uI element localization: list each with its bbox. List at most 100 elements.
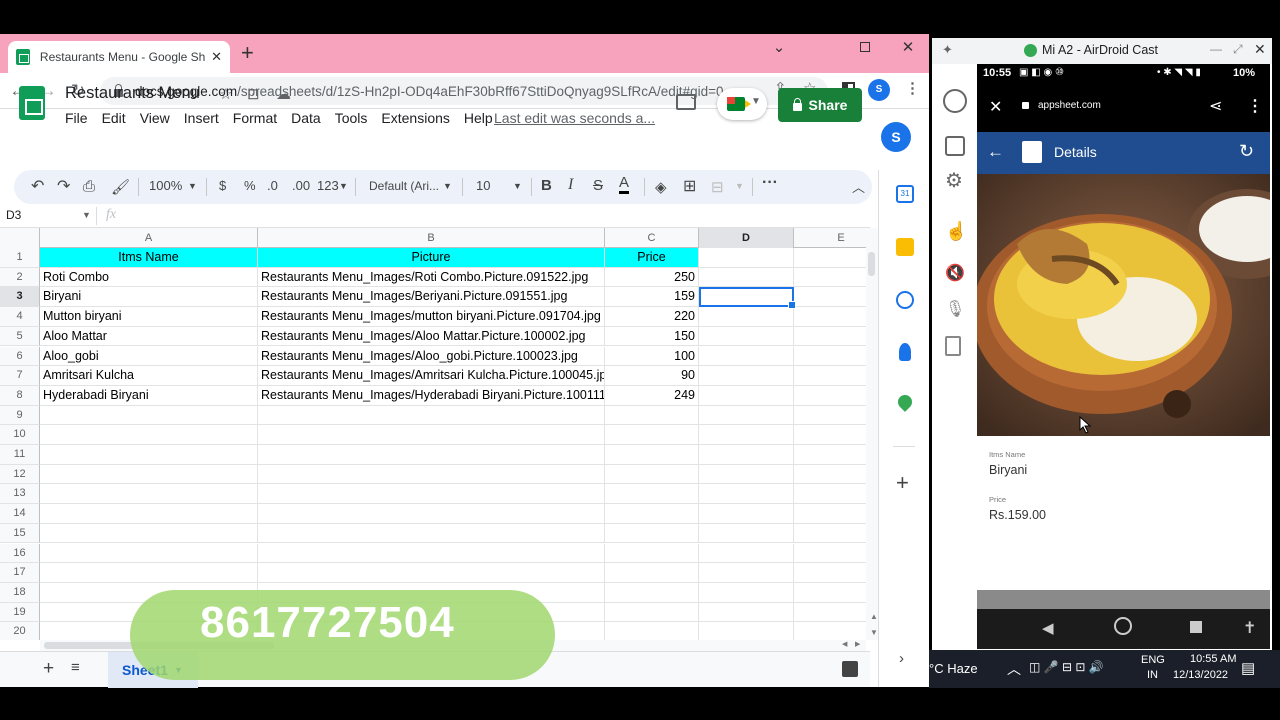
clock-date[interactable]: 12/13/2022: [1173, 669, 1228, 681]
undo-icon[interactable]: ↶: [31, 176, 44, 196]
grid-cell[interactable]: [258, 405, 605, 426]
menu-data[interactable]: Data: [291, 110, 321, 126]
share-icon[interactable]: ⋖: [1209, 96, 1222, 116]
row-header[interactable]: 10: [0, 425, 40, 445]
chevron-down-icon[interactable]: ▼: [735, 181, 744, 191]
row-header[interactable]: 15: [0, 523, 40, 544]
row-header[interactable]: 1: [0, 248, 40, 268]
new-tab-icon[interactable]: +: [241, 42, 254, 64]
column-header-e[interactable]: E: [794, 228, 866, 248]
row-header[interactable]: 18: [0, 582, 40, 603]
grid-cell[interactable]: [605, 405, 699, 426]
window-close-icon[interactable]: ✕: [896, 38, 920, 56]
grid-cell[interactable]: [258, 445, 605, 465]
grid-cell[interactable]: [794, 366, 866, 386]
grid-cell[interactable]: Restaurants Menu_Images/Aloo Mattar.Pict…: [258, 326, 605, 347]
header-cell[interactable]: [794, 248, 866, 268]
chevron-down-icon[interactable]: ▼: [188, 181, 197, 191]
calendar-icon[interactable]: 31: [896, 185, 914, 203]
scrollbar-thumb[interactable]: [868, 252, 875, 276]
row-header[interactable]: 19: [0, 602, 40, 623]
nav-back-icon[interactable]: ◀: [1042, 619, 1054, 637]
all-sheets-icon[interactable]: ≡: [71, 659, 80, 676]
grid-cell[interactable]: [794, 406, 866, 426]
column-header-c[interactable]: C: [605, 228, 699, 248]
tab-close-icon[interactable]: ✕: [211, 49, 222, 65]
expand-panel-icon[interactable]: ›: [899, 650, 904, 667]
chrome-profile-avatar[interactable]: S: [868, 79, 890, 101]
row-header[interactable]: 4: [0, 307, 40, 327]
grid-cell[interactable]: [794, 524, 866, 544]
collapse-menus-icon[interactable]: ︿: [852, 177, 865, 196]
grid-cell[interactable]: 250: [605, 267, 699, 288]
maps-icon[interactable]: [895, 392, 915, 412]
row-header[interactable]: 16: [0, 543, 40, 564]
grid-cell[interactable]: [605, 602, 699, 623]
grid-cell[interactable]: [40, 523, 258, 544]
grid-cell[interactable]: [794, 268, 866, 288]
file-icon[interactable]: [945, 336, 961, 356]
nav-recents-icon[interactable]: [1190, 621, 1202, 633]
grid-cell[interactable]: [258, 523, 605, 544]
screen-icon[interactable]: [945, 136, 965, 156]
grid-cell[interactable]: [794, 504, 866, 524]
more-options-icon[interactable]: ···: [762, 174, 778, 192]
refresh-icon[interactable]: ↻: [1239, 141, 1254, 162]
grid-cell[interactable]: [258, 543, 605, 564]
language-primary[interactable]: ENG: [1141, 654, 1165, 666]
grid-cell[interactable]: 90: [605, 366, 699, 386]
nav-home-icon[interactable]: [1114, 617, 1132, 635]
grid-cell[interactable]: 249: [605, 385, 699, 406]
grid-cell[interactable]: Restaurants Menu_Images/Aloo_gobi.Pictur…: [258, 346, 605, 367]
header-cell[interactable]: Price: [605, 248, 699, 268]
share-button[interactable]: Share: [778, 88, 862, 122]
grid-cell[interactable]: [605, 563, 699, 583]
comment-history-icon[interactable]: [676, 94, 696, 110]
grid-cell[interactable]: [605, 445, 699, 465]
grid-cell[interactable]: [794, 603, 866, 623]
grid-cell[interactable]: [699, 267, 794, 288]
chrome-menu-icon[interactable]: ⋮: [905, 79, 920, 97]
column-header-a[interactable]: A: [40, 228, 258, 248]
grid-cell[interactable]: [699, 326, 794, 347]
menu-tools[interactable]: Tools: [335, 110, 368, 126]
zoom-select[interactable]: 100%: [149, 178, 182, 193]
font-size-select[interactable]: 10: [476, 178, 490, 193]
row-header[interactable]: 11: [0, 445, 40, 465]
grid-cell[interactable]: [699, 484, 794, 505]
redo-icon[interactable]: ↷: [57, 176, 70, 196]
grid-cell[interactable]: [258, 425, 605, 445]
grid-cell[interactable]: [40, 563, 258, 583]
grid-cell[interactable]: [699, 366, 794, 386]
grid-cell[interactable]: [258, 464, 605, 485]
more-formats-button[interactable]: 123: [317, 178, 339, 193]
strikethrough-button[interactable]: S: [593, 177, 603, 194]
grid-cell[interactable]: [794, 583, 866, 603]
bold-button[interactable]: B: [541, 177, 552, 194]
menu-format[interactable]: Format: [233, 110, 277, 126]
account-avatar[interactable]: S: [881, 122, 911, 152]
mic-off-icon[interactable]: 🎙: [945, 300, 965, 320]
row-header[interactable]: 3: [0, 287, 40, 308]
get-addons-icon[interactable]: +: [896, 472, 909, 494]
grid-cell[interactable]: Restaurants Menu_Images/mutton biryani.P…: [258, 307, 605, 327]
grid-cell[interactable]: Restaurants Menu_Images/Beriyani.Picture…: [258, 287, 605, 308]
menu-edit[interactable]: Edit: [102, 110, 126, 126]
grid-cell[interactable]: [699, 523, 794, 544]
font-select[interactable]: Default (Ari...: [369, 179, 439, 193]
row-header[interactable]: 20: [0, 622, 40, 640]
row-header[interactable]: 13: [0, 484, 40, 505]
grid-cell[interactable]: [699, 543, 794, 564]
grid-cell[interactable]: [794, 287, 866, 308]
header-cell[interactable]: [699, 248, 794, 268]
star-icon[interactable]: ☆: [219, 85, 232, 103]
formula-input[interactable]: [135, 206, 865, 226]
grid-cell[interactable]: [605, 523, 699, 544]
grid-cell[interactable]: [794, 425, 866, 445]
row-header[interactable]: 5: [0, 326, 40, 347]
header-cell[interactable]: Picture: [258, 248, 605, 268]
grid-cell[interactable]: [699, 464, 794, 485]
scroll-up-icon[interactable]: ▲: [870, 612, 878, 621]
grid-cell[interactable]: [40, 543, 258, 564]
weather-widget[interactable]: °C Haze: [929, 661, 978, 676]
